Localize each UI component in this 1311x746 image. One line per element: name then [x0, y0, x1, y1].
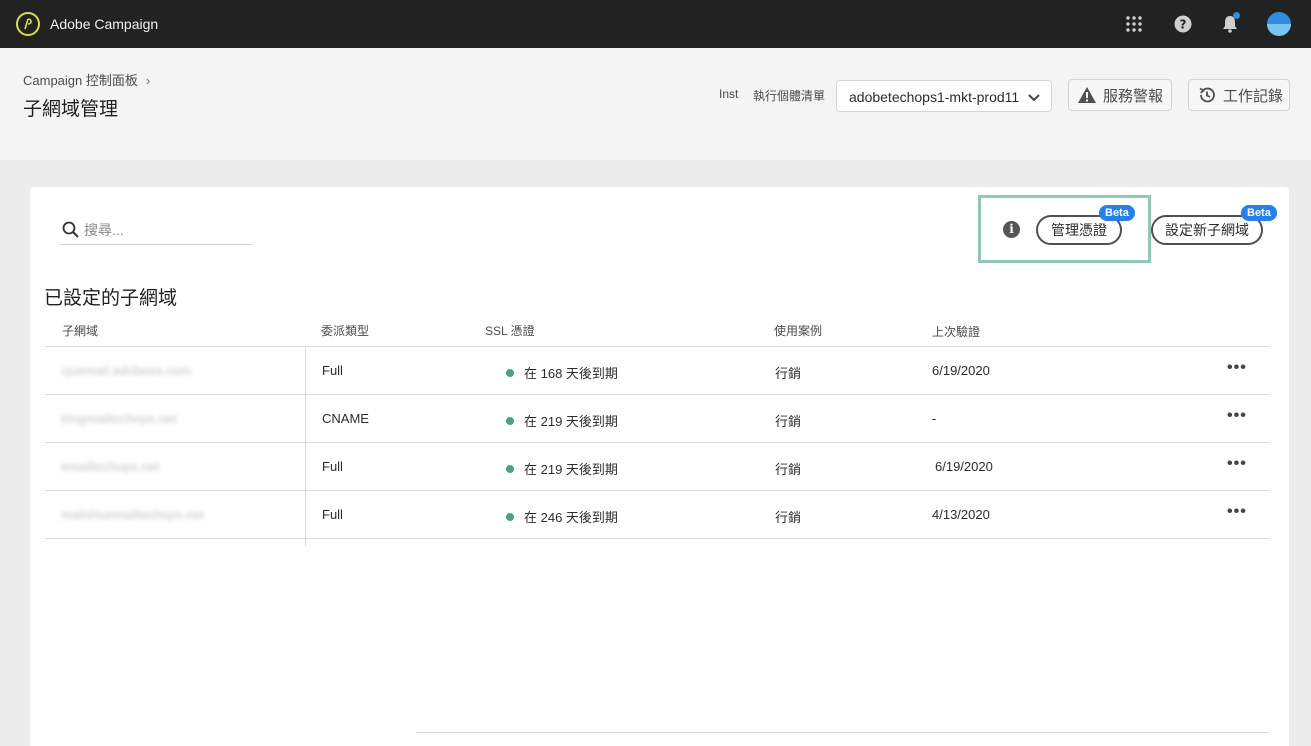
last-verified-cell: 6/19/2020	[932, 363, 990, 378]
delegation-cell: CNAME	[322, 411, 369, 426]
ssl-cell: 在 219 天後到期	[506, 459, 618, 478]
subdomain-cell: cjuemail.adobeea.com	[61, 363, 192, 378]
notification-dot	[1233, 12, 1240, 19]
column-header-use-case[interactable]: 使用案例	[774, 322, 822, 339]
ssl-text: 在 219 天後到期	[524, 414, 618, 429]
more-actions-icon[interactable]: •••	[1227, 455, 1247, 473]
status-dot	[506, 465, 514, 473]
status-dot	[506, 417, 514, 425]
beta-badge: Beta	[1241, 205, 1277, 221]
instance-select[interactable]: adobetechops1-mkt-prod11	[836, 80, 1052, 112]
logo-glyph-icon	[24, 18, 32, 30]
ssl-cell: 在 168 天後到期	[506, 363, 618, 382]
ssl-cell: 在 219 天後到期	[506, 411, 618, 430]
breadcrumb[interactable]: Campaign 控制面板 ›	[23, 70, 150, 89]
use-case-cell: 行銷	[775, 462, 802, 477]
search-input[interactable]: 搜尋...	[60, 213, 252, 245]
ssl-text: 在 219 天後到期	[524, 462, 618, 477]
app-title: Adobe Campaign	[50, 16, 159, 32]
apps-grid-icon[interactable]	[1122, 12, 1146, 36]
warning-icon	[1078, 87, 1096, 103]
subdomain-cell: blogmailtechops.net	[61, 411, 177, 426]
breadcrumb-link[interactable]: Campaign 控制面板	[23, 73, 138, 88]
column-header-delegation[interactable]: 委派類型	[321, 322, 369, 339]
table-row[interactable]: mailshuemailtechops.net Full 在 246 天後到期 …	[45, 491, 1269, 539]
job-log-label: 工作記錄	[1223, 87, 1284, 105]
last-verified-cell: 4/13/2020	[932, 507, 990, 522]
section-title: 已設定的子網域	[44, 288, 178, 309]
search-placeholder: 搜尋...	[84, 222, 124, 238]
service-alert-label: 服務警報	[1103, 87, 1164, 105]
adobe-campaign-logo[interactable]	[16, 12, 40, 36]
chevron-right-icon: ›	[145, 73, 151, 88]
last-verified-cell: 6/19/2020	[935, 459, 993, 474]
beta-badge: Beta	[1099, 205, 1135, 221]
info-icon[interactable]: i	[1003, 221, 1020, 238]
user-avatar[interactable]	[1267, 12, 1291, 36]
search-icon	[62, 221, 79, 238]
status-dot	[506, 369, 514, 377]
column-header-subdomain[interactable]: 子網域	[62, 322, 98, 339]
ssl-text: 在 168 天後到期	[524, 366, 618, 381]
delegation-cell: Full	[322, 459, 343, 474]
column-header-last-verified[interactable]: 上次驗證	[932, 323, 980, 340]
history-icon	[1199, 87, 1215, 103]
subdomain-cell: emailtechops.net	[61, 459, 160, 474]
chevron-down-icon	[1028, 94, 1040, 102]
delegation-cell: Full	[322, 507, 343, 522]
page-title: 子網域管理	[23, 99, 119, 120]
footer-divider	[416, 732, 1269, 733]
instance-label: 執行個體清單	[753, 89, 826, 103]
more-actions-icon[interactable]: •••	[1227, 359, 1247, 377]
more-actions-icon[interactable]: •••	[1227, 503, 1247, 521]
help-icon[interactable]: ?	[1171, 12, 1195, 36]
more-actions-icon[interactable]: •••	[1227, 407, 1247, 425]
job-log-button[interactable]: 工作記錄	[1188, 79, 1290, 111]
table-row[interactable]: emailtechops.net Full 在 219 天後到期 行銷 6/19…	[45, 443, 1269, 491]
last-verified-cell: -	[932, 411, 937, 426]
svg-text:?: ?	[1180, 18, 1187, 32]
table-row[interactable]: cjuemail.adobeea.com Full 在 168 天後到期 行銷 …	[45, 347, 1269, 395]
top-bar: Adobe Campaign ?	[0, 0, 1311, 48]
ssl-cell: 在 246 天後到期	[506, 507, 618, 526]
use-case-cell: 行銷	[775, 366, 802, 381]
subdomain-cell: mailshuemailtechops.net	[61, 507, 205, 522]
service-alert-button[interactable]: 服務警報	[1068, 79, 1172, 111]
status-dot	[506, 513, 514, 521]
instance-label-truncated: Insta	[719, 87, 739, 101]
use-case-cell: 行銷	[775, 414, 802, 429]
ssl-text: 在 246 天後到期	[524, 510, 618, 525]
instance-select-value: adobetechops1-mkt-prod11	[849, 89, 1020, 105]
delegation-cell: Full	[322, 363, 343, 378]
column-header-ssl[interactable]: SSL 憑證	[485, 322, 535, 339]
table-row[interactable]: blogmailtechops.net CNAME 在 219 天後到期 行銷 …	[45, 395, 1269, 443]
use-case-cell: 行銷	[775, 510, 802, 525]
